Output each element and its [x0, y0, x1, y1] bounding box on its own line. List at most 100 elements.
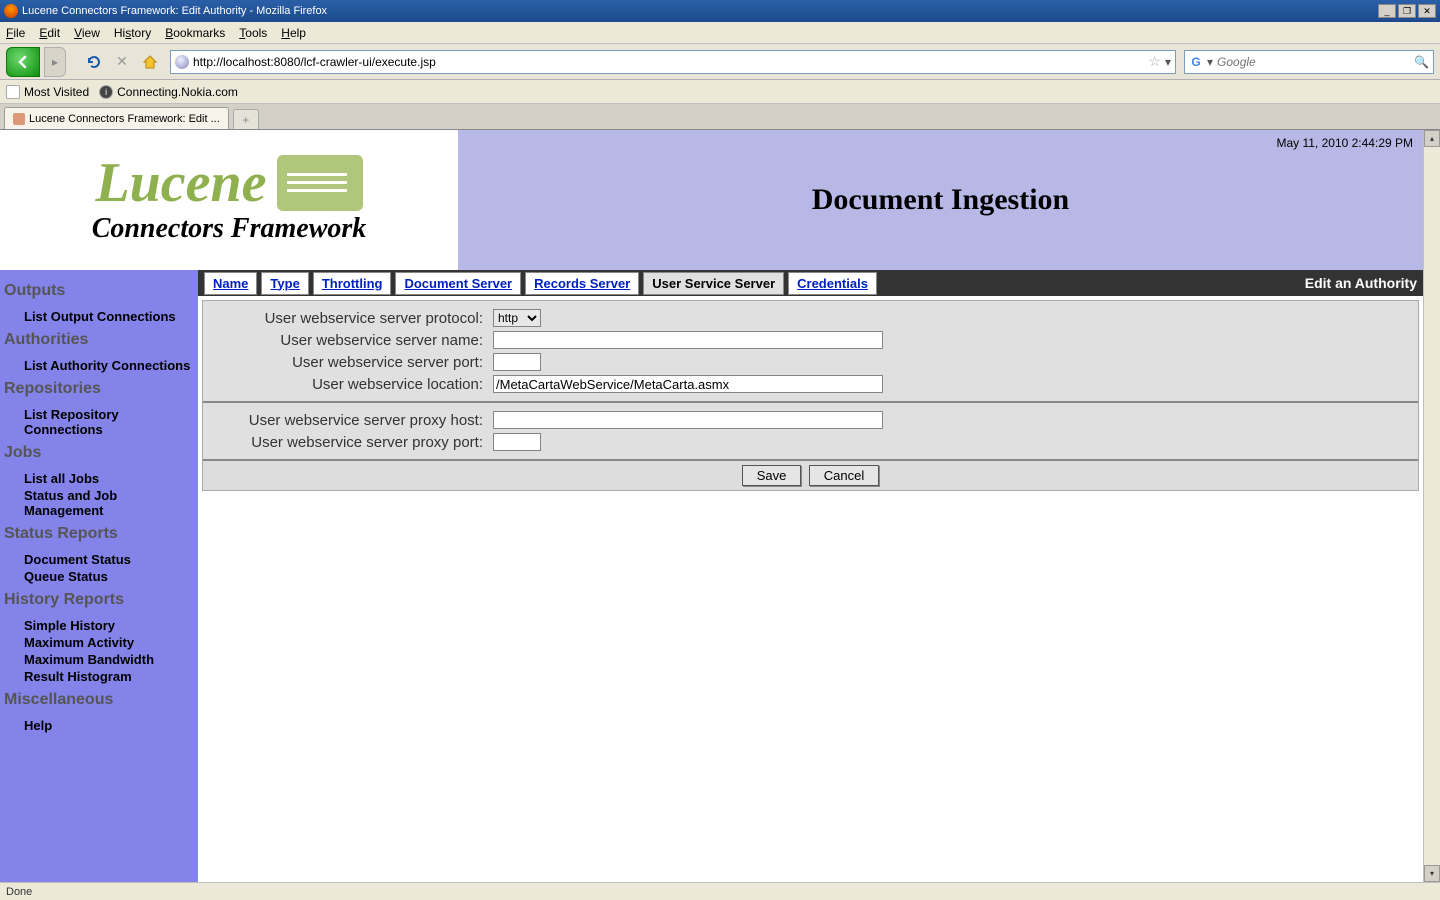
stop-button[interactable]: ✕	[110, 50, 134, 74]
logo-text: Lucene	[95, 155, 266, 211]
nav-toolbar: ▸ ✕ ☆ ▾ G ▾ 🔍	[0, 44, 1440, 80]
scrollbar[interactable]: ▴ ▾	[1423, 130, 1440, 882]
text-input[interactable]	[493, 331, 883, 349]
close-button[interactable]: ✕	[1418, 4, 1436, 18]
workarea: NameTypeThrottlingDocument ServerRecords…	[198, 270, 1423, 882]
browser-tab[interactable]: Lucene Connectors Framework: Edit ...	[4, 107, 229, 129]
globe-icon	[175, 55, 189, 69]
bookmark-icon	[6, 85, 20, 99]
sidebar-link[interactable]: Maximum Activity	[4, 634, 194, 651]
url-input[interactable]	[193, 55, 1144, 69]
scroll-up-icon[interactable]: ▴	[1424, 130, 1440, 147]
url-box[interactable]: ☆ ▾	[170, 50, 1176, 74]
button-row: Save Cancel	[203, 461, 1418, 490]
window-title: Lucene Connectors Framework: Edit Author…	[22, 5, 1378, 17]
new-tab-button[interactable]: +	[233, 109, 259, 129]
menu-history[interactable]: History	[114, 26, 151, 40]
sidebar-heading: Repositories	[4, 380, 194, 398]
content-tab[interactable]: Records Server	[525, 272, 639, 295]
sidebar-link[interactable]: Help	[4, 717, 194, 734]
text-input[interactable]	[493, 433, 541, 451]
timestamp: May 11, 2010 2:44:29 PM	[1276, 136, 1413, 150]
sidebar-link[interactable]: Maximum Bandwidth	[4, 651, 194, 668]
sidebar-link[interactable]: Document Status	[4, 551, 194, 568]
tab-header: NameTypeThrottlingDocument ServerRecords…	[198, 270, 1423, 296]
logo-subtitle: Connectors Framework	[92, 213, 367, 245]
page: Lucene Connectors Framework May 11, 2010…	[0, 130, 1423, 882]
browser-tabstrip: Lucene Connectors Framework: Edit ... +	[0, 104, 1440, 130]
content-tab[interactable]: Credentials	[788, 272, 877, 295]
home-button[interactable]	[138, 50, 162, 74]
text-input[interactable]	[493, 353, 541, 371]
search-engine-dropdown-icon[interactable]: ▾	[1207, 55, 1213, 69]
logo-leaf-icon	[277, 155, 363, 211]
form-section-2: User webservice server proxy host: User w…	[203, 403, 1418, 461]
sidebar-link[interactable]: Simple History	[4, 617, 194, 634]
menu-view[interactable]: View	[74, 26, 100, 40]
content-viewport: Lucene Connectors Framework May 11, 2010…	[0, 130, 1440, 882]
form-label: User webservice location:	[213, 376, 493, 393]
reload-button[interactable]	[82, 50, 106, 74]
protocol-select[interactable]: http	[493, 309, 541, 327]
content-tab[interactable]: Document Server	[395, 272, 521, 295]
sidebar-link[interactable]: Status and Job Management	[4, 487, 194, 519]
save-button[interactable]: Save	[742, 465, 802, 486]
form-row: User webservice server proxy port:	[213, 431, 1408, 453]
content-tab[interactable]: User Service Server	[643, 272, 784, 295]
logo: Lucene Connectors Framework	[92, 155, 367, 245]
content-tab[interactable]: Type	[261, 272, 308, 295]
form-label: User webservice server proxy host:	[213, 412, 493, 429]
bookmark-most-visited[interactable]: Most Visited	[6, 85, 89, 99]
menu-file[interactable]: File	[6, 26, 25, 40]
menu-bookmarks[interactable]: Bookmarks	[165, 26, 225, 40]
search-box[interactable]: G ▾ 🔍	[1184, 50, 1434, 74]
banner-logo: Lucene Connectors Framework	[0, 130, 458, 270]
sidebar-heading: Authorities	[4, 331, 194, 349]
google-icon: G	[1189, 55, 1203, 69]
back-button[interactable]	[6, 47, 40, 77]
text-input[interactable]	[493, 411, 883, 429]
tab-favicon-icon	[13, 113, 25, 125]
status-text: Done	[6, 886, 32, 898]
bookmark-star-icon[interactable]: ☆	[1148, 53, 1161, 70]
bookmark-nokia[interactable]: i Connecting.Nokia.com	[99, 85, 238, 99]
banner-right: May 11, 2010 2:44:29 PM Document Ingesti…	[458, 130, 1423, 270]
forward-button[interactable]: ▸	[44, 47, 66, 77]
cancel-button[interactable]: Cancel	[809, 465, 879, 486]
content-tab[interactable]: Name	[204, 272, 257, 295]
sidebar-heading: Jobs	[4, 444, 194, 462]
content-tab[interactable]: Throttling	[313, 272, 392, 295]
minimize-button[interactable]: _	[1378, 4, 1396, 18]
menu-edit[interactable]: Edit	[39, 26, 60, 40]
sidebar-link[interactable]: Result Histogram	[4, 668, 194, 685]
url-dropdown-icon[interactable]: ▾	[1165, 55, 1171, 69]
search-input[interactable]	[1217, 55, 1410, 69]
form-label: User webservice server port:	[213, 354, 493, 371]
menu-help[interactable]: Help	[281, 26, 306, 40]
scroll-down-icon[interactable]: ▾	[1424, 865, 1440, 882]
tab-list: NameTypeThrottlingDocument ServerRecords…	[204, 272, 877, 295]
window-buttons: _ ❐ ✕	[1378, 4, 1436, 18]
sidebar-link[interactable]: Queue Status	[4, 568, 194, 585]
sidebar-link[interactable]: List Authority Connections	[4, 357, 194, 374]
menubar: File Edit View History Bookmarks Tools H…	[0, 22, 1440, 44]
text-input[interactable]	[493, 375, 883, 393]
form-label: User webservice server proxy port:	[213, 434, 493, 451]
sidebar: OutputsList Output ConnectionsAuthoritie…	[0, 270, 198, 882]
window-titlebar: Lucene Connectors Framework: Edit Author…	[0, 0, 1440, 22]
home-icon	[141, 53, 159, 71]
sidebar-link[interactable]: List all Jobs	[4, 470, 194, 487]
search-icon[interactable]: 🔍	[1414, 55, 1429, 69]
reload-icon	[85, 53, 103, 71]
bookmarks-bar: Most Visited i Connecting.Nokia.com	[0, 80, 1440, 104]
form-row: User webservice server name:	[213, 329, 1408, 351]
page-title: Document Ingestion	[812, 183, 1070, 217]
tab-label: Lucene Connectors Framework: Edit ...	[29, 113, 220, 125]
menu-tools[interactable]: Tools	[239, 26, 267, 40]
maximize-button[interactable]: ❐	[1398, 4, 1416, 18]
form-label: User webservice server name:	[213, 332, 493, 349]
sidebar-link[interactable]: List Output Connections	[4, 308, 194, 325]
main-body: OutputsList Output ConnectionsAuthoritie…	[0, 270, 1423, 882]
sidebar-heading: Miscellaneous	[4, 691, 194, 709]
sidebar-link[interactable]: List Repository Connections	[4, 406, 194, 438]
